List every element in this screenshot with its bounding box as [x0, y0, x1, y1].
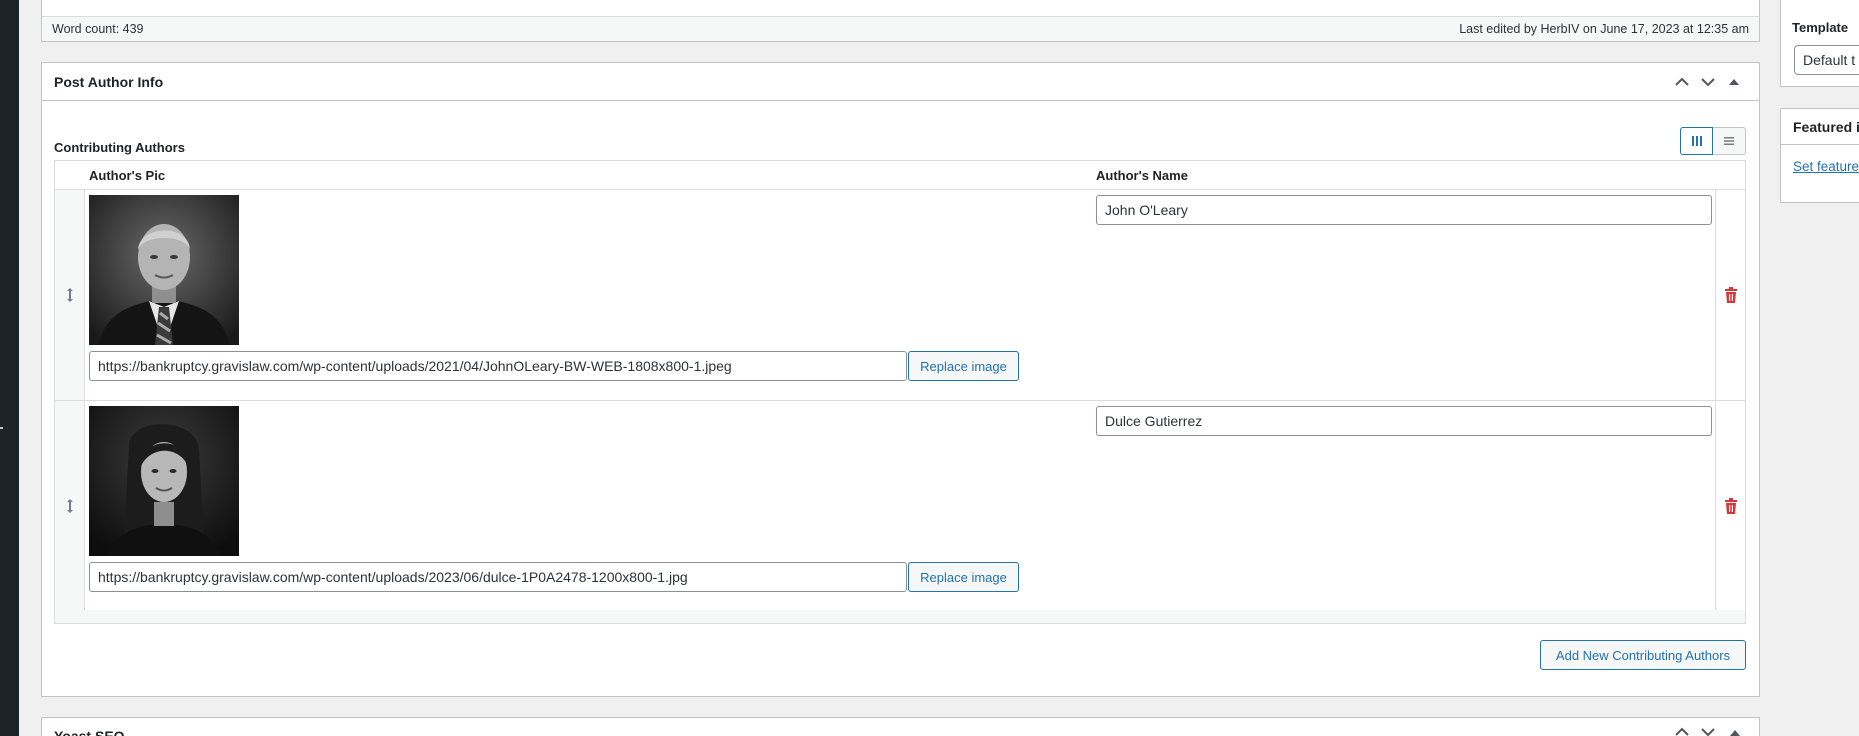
- postbox-actions: [1669, 69, 1747, 95]
- authors-repeater: Author's Pic Author's Name https://bankr…: [54, 160, 1746, 624]
- image-url-input[interactable]: [89, 562, 907, 592]
- template-select[interactable]: Default t: [1794, 45, 1859, 75]
- repeater-row: Replace image: [55, 190, 1745, 401]
- repeater-footer: [55, 610, 1745, 623]
- postbox-title: Post Author Info: [54, 73, 164, 90]
- set-featured-image-link[interactable]: Set feature: [1793, 159, 1859, 174]
- featured-image-box: Featured i Set feature: [1780, 108, 1859, 203]
- author-photo: [89, 406, 239, 556]
- repeater-row: Replace image: [55, 401, 1745, 612]
- move-down-icon[interactable]: [1695, 69, 1721, 95]
- admin-menu-marker: [0, 427, 3, 429]
- author-name-input[interactable]: [1096, 406, 1712, 436]
- postbox-title: Yoast SEO: [54, 728, 125, 736]
- replace-image-button[interactable]: Replace image: [908, 351, 1019, 381]
- move-up-icon[interactable]: [1669, 69, 1695, 95]
- author-name-input[interactable]: [1096, 195, 1712, 225]
- replace-image-button[interactable]: Replace image: [908, 562, 1019, 592]
- admin-sidebar-edge: [0, 0, 19, 736]
- layout-toggle: [1680, 127, 1746, 155]
- editor-footer-box: Word count: 439 Last edited by HerbIV on…: [41, 0, 1760, 42]
- word-count-bar: Word count: 439 Last edited by HerbIV on…: [42, 16, 1759, 41]
- template-label: Template: [1792, 20, 1849, 35]
- postbox-header: Post Author Info: [42, 63, 1759, 101]
- page-attributes-box: Template Default t: [1780, 0, 1859, 87]
- drag-handle-icon[interactable]: [55, 190, 85, 400]
- table-layout-icon[interactable]: [1680, 127, 1713, 155]
- move-down-icon[interactable]: [1701, 726, 1715, 736]
- repeater-header: Author's Pic Author's Name: [55, 161, 1745, 190]
- yoast-seo-box: Yoast SEO: [41, 717, 1760, 736]
- image-url-input[interactable]: [89, 351, 907, 381]
- move-up-icon[interactable]: [1675, 726, 1689, 736]
- add-contributing-author-button[interactable]: Add New Contributing Authors: [1540, 640, 1746, 670]
- col-authors-pic: Author's Pic: [89, 168, 166, 183]
- last-edited: Last edited by HerbIV on June 17, 2023 a…: [1459, 22, 1749, 36]
- drag-handle-icon[interactable]: [55, 401, 85, 611]
- delete-row-icon[interactable]: [1715, 401, 1745, 611]
- toggle-panel-icon[interactable]: [1730, 726, 1740, 736]
- author-photo: [89, 195, 239, 345]
- col-authors-name: Author's Name: [1096, 168, 1188, 183]
- delete-row-icon[interactable]: [1715, 190, 1745, 400]
- post-author-info-box: Post Author Info Contributing Authors Au…: [41, 62, 1760, 697]
- contributing-authors-label: Contributing Authors: [54, 140, 185, 155]
- featured-image-title: Featured i: [1781, 109, 1859, 145]
- row-layout-icon[interactable]: [1713, 127, 1746, 155]
- toggle-panel-icon[interactable]: [1721, 69, 1747, 95]
- word-count: Word count: 439: [52, 22, 144, 36]
